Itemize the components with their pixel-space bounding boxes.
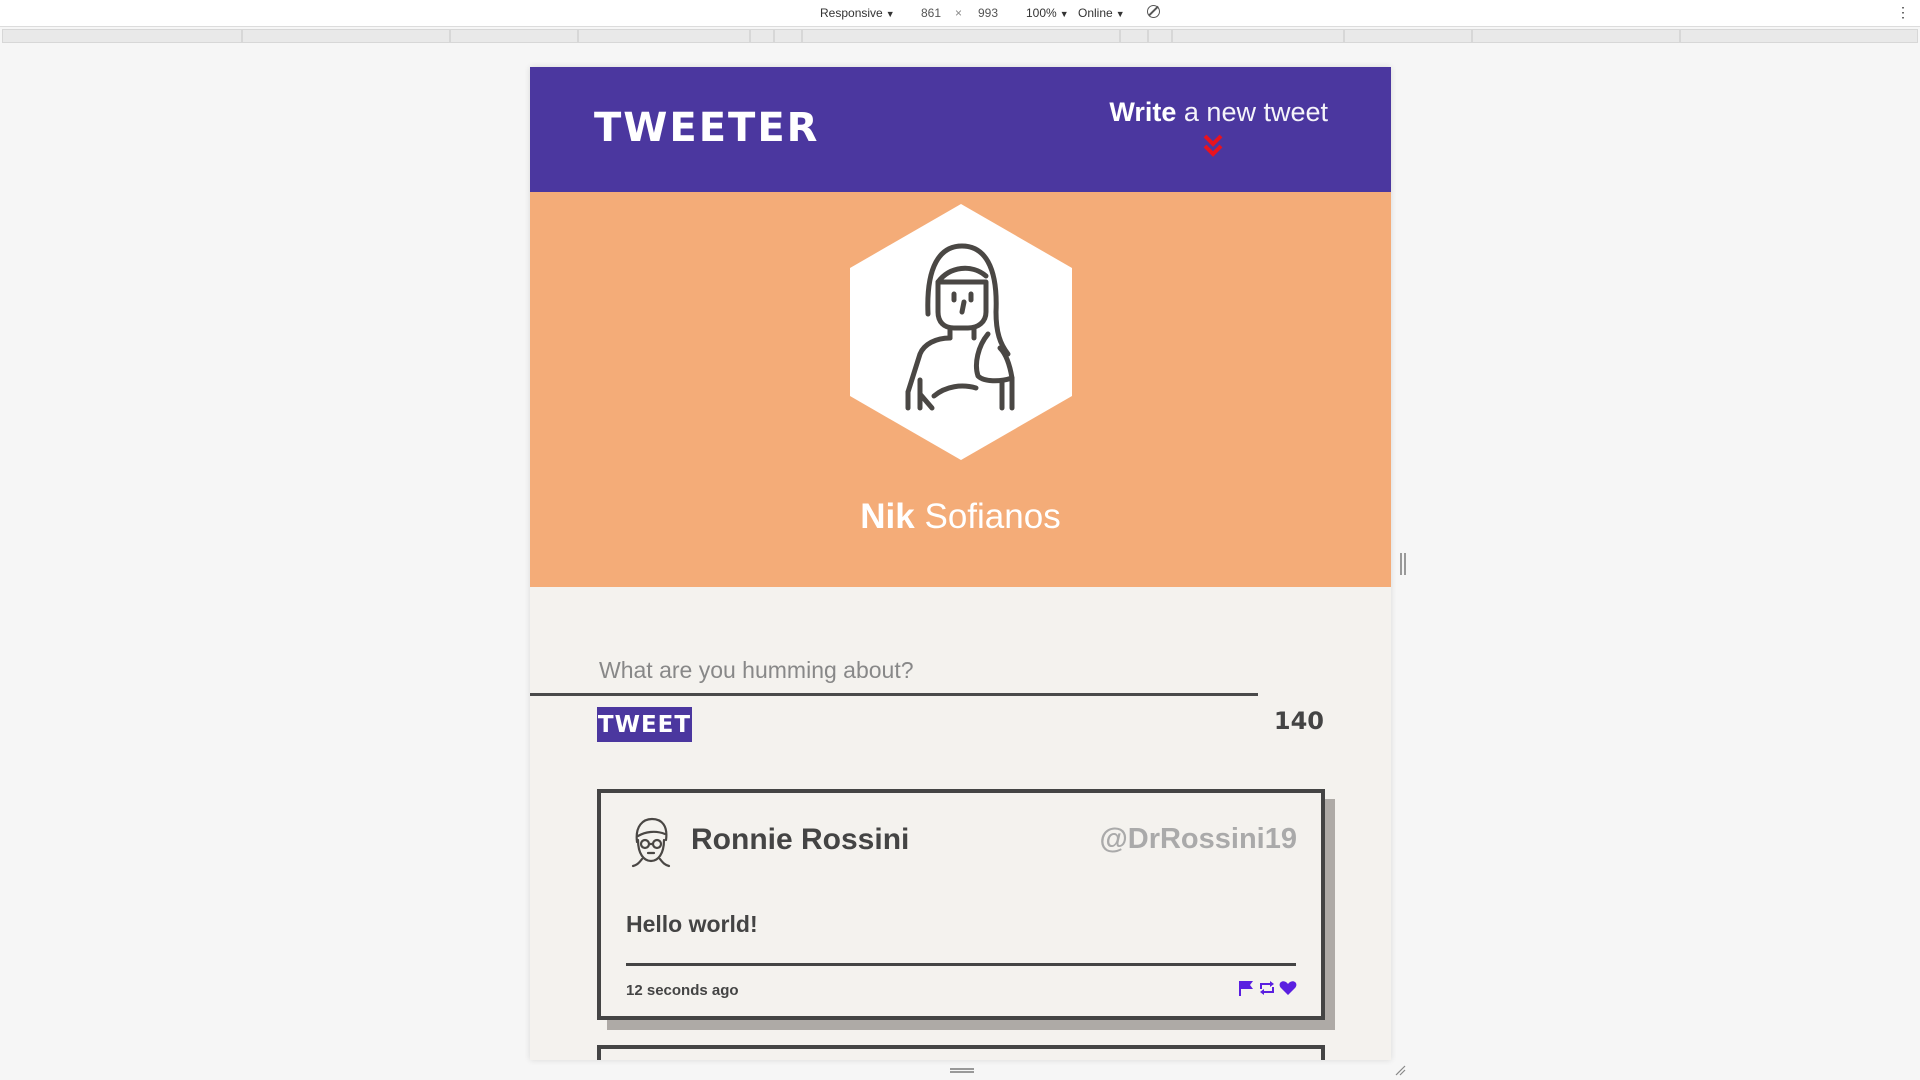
compose-link-rest: a new tweet bbox=[1183, 97, 1328, 127]
caret-down-icon: ▼ bbox=[1059, 9, 1069, 19]
profile-name: Nik Sofianos bbox=[530, 497, 1391, 537]
height-input[interactable]: 993 bbox=[978, 6, 998, 20]
devtools-device-toolbar: Responsive ▼ 861 × 993 100% ▼ Online ▼ ⋮ bbox=[0, 0, 1920, 27]
tweet-card bbox=[597, 1045, 1325, 1060]
top-nav: TWEETER Write a new tweet bbox=[530, 67, 1391, 192]
media-query-segment[interactable] bbox=[750, 29, 774, 43]
resize-corner-icon[interactable] bbox=[1394, 1064, 1406, 1076]
media-query-segment[interactable] bbox=[1120, 29, 1148, 43]
zoom-label: 100% bbox=[1026, 6, 1057, 20]
rotate-icon[interactable] bbox=[1147, 5, 1160, 18]
profile-avatar bbox=[850, 204, 1072, 460]
tweet-submit-button[interactable]: TWEET bbox=[597, 707, 692, 742]
compose-link-bold: Write bbox=[1109, 97, 1177, 127]
media-query-bar bbox=[0, 29, 1920, 45]
tweet-author-handle: @DrRossini19 bbox=[1099, 823, 1297, 855]
media-query-segment[interactable] bbox=[1680, 29, 1918, 43]
media-query-segment[interactable] bbox=[2, 29, 242, 43]
width-input[interactable]: 861 bbox=[921, 6, 941, 20]
media-query-segment[interactable] bbox=[1148, 29, 1172, 43]
media-query-segment[interactable] bbox=[1172, 29, 1344, 43]
media-query-segment[interactable] bbox=[1344, 29, 1472, 43]
tweet-timestamp: 12 seconds ago bbox=[626, 982, 739, 999]
tweet-textarea[interactable] bbox=[597, 645, 1325, 695]
tweet-actions bbox=[1237, 979, 1297, 997]
user-avatar-icon bbox=[850, 204, 1072, 460]
viewport-resize-handle-right[interactable] bbox=[1400, 553, 1406, 575]
media-query-segment[interactable] bbox=[774, 29, 802, 43]
media-query-segment[interactable] bbox=[242, 29, 450, 43]
heart-icon[interactable] bbox=[1279, 979, 1297, 997]
emulated-viewport: TWEETER Write a new tweet Nik Sofianos W… bbox=[530, 67, 1391, 1060]
last-name: Sofianos bbox=[924, 497, 1061, 536]
network-dropdown[interactable]: Online ▼ bbox=[1078, 6, 1125, 20]
tweet-author-name: Ronnie Rossini bbox=[691, 823, 910, 856]
retweet-icon[interactable] bbox=[1258, 979, 1276, 997]
profile-header: Nik Sofianos bbox=[530, 192, 1391, 587]
double-chevron-down-icon[interactable] bbox=[1202, 133, 1224, 159]
media-query-segment[interactable] bbox=[578, 29, 750, 43]
char-counter: 140 bbox=[1273, 707, 1324, 735]
media-query-segment[interactable] bbox=[450, 29, 578, 43]
zoom-dropdown[interactable]: 100% ▼ bbox=[1026, 6, 1069, 20]
caret-down-icon: ▼ bbox=[885, 9, 895, 19]
device-mode-label: Responsive bbox=[820, 6, 883, 20]
brand-logo[interactable]: TWEETER bbox=[594, 105, 819, 151]
tweet-card: Ronnie Rossini @DrRossini19 Hello world!… bbox=[597, 789, 1325, 1020]
more-options-icon[interactable]: ⋮ bbox=[1896, 4, 1910, 21]
first-name: Nik bbox=[860, 497, 915, 536]
tweet-divider bbox=[626, 963, 1296, 966]
media-query-segment[interactable] bbox=[1472, 29, 1680, 43]
media-query-segment[interactable] bbox=[802, 29, 1120, 43]
composer-underline bbox=[530, 693, 1258, 696]
tweet-content: Hello world! bbox=[626, 911, 758, 937]
caret-down-icon: ▼ bbox=[1115, 9, 1125, 19]
flag-icon[interactable] bbox=[1237, 979, 1255, 997]
user-avatar-icon bbox=[631, 817, 671, 868]
compose-toggle[interactable]: Write a new tweet bbox=[1109, 97, 1328, 128]
viewport-resize-handle-bottom[interactable] bbox=[950, 1068, 974, 1073]
dimension-separator: × bbox=[955, 6, 963, 20]
network-label: Online bbox=[1078, 6, 1113, 20]
device-mode-dropdown[interactable]: Responsive ▼ bbox=[820, 6, 895, 20]
